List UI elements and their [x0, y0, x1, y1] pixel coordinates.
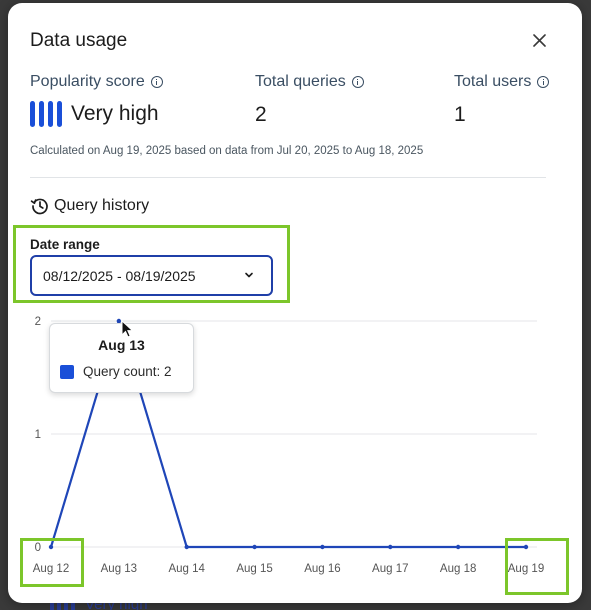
- mouse-cursor-icon: [121, 320, 134, 338]
- data-usage-modal: Data usage Popularity score Very high To…: [8, 3, 582, 603]
- tooltip-series-label: Query count: 2: [83, 364, 172, 379]
- data-point: [184, 544, 189, 550]
- x-tick-label: Aug 12: [33, 563, 69, 575]
- data-point: [455, 544, 461, 550]
- x-tick-label: Aug 17: [372, 563, 408, 575]
- tooltip-row: Query count: 2: [60, 364, 172, 379]
- data-point: [320, 544, 325, 550]
- series-swatch: [60, 364, 74, 379]
- query-history-chart: 0 1 2 Aug 12 Aug 13 Aug 14 Aug 15 Aug 16 Aug 17 A…: [33, 316, 544, 575]
- y-tick-label: 2: [35, 316, 41, 328]
- x-tick-label: Aug 16: [304, 563, 340, 575]
- data-point: [48, 544, 54, 550]
- data-point: [388, 544, 393, 550]
- data-point: [252, 544, 257, 550]
- x-tick-label: Aug 13: [101, 563, 137, 575]
- x-tick-label: Aug 19: [508, 563, 544, 575]
- x-tick-label: Aug 18: [440, 563, 476, 575]
- x-tick-label: Aug 14: [168, 563, 205, 575]
- y-tick-label: 1: [35, 429, 41, 441]
- y-tick-label: 0: [35, 542, 41, 554]
- data-point: [523, 544, 529, 550]
- x-tick-label: Aug 15: [236, 563, 272, 575]
